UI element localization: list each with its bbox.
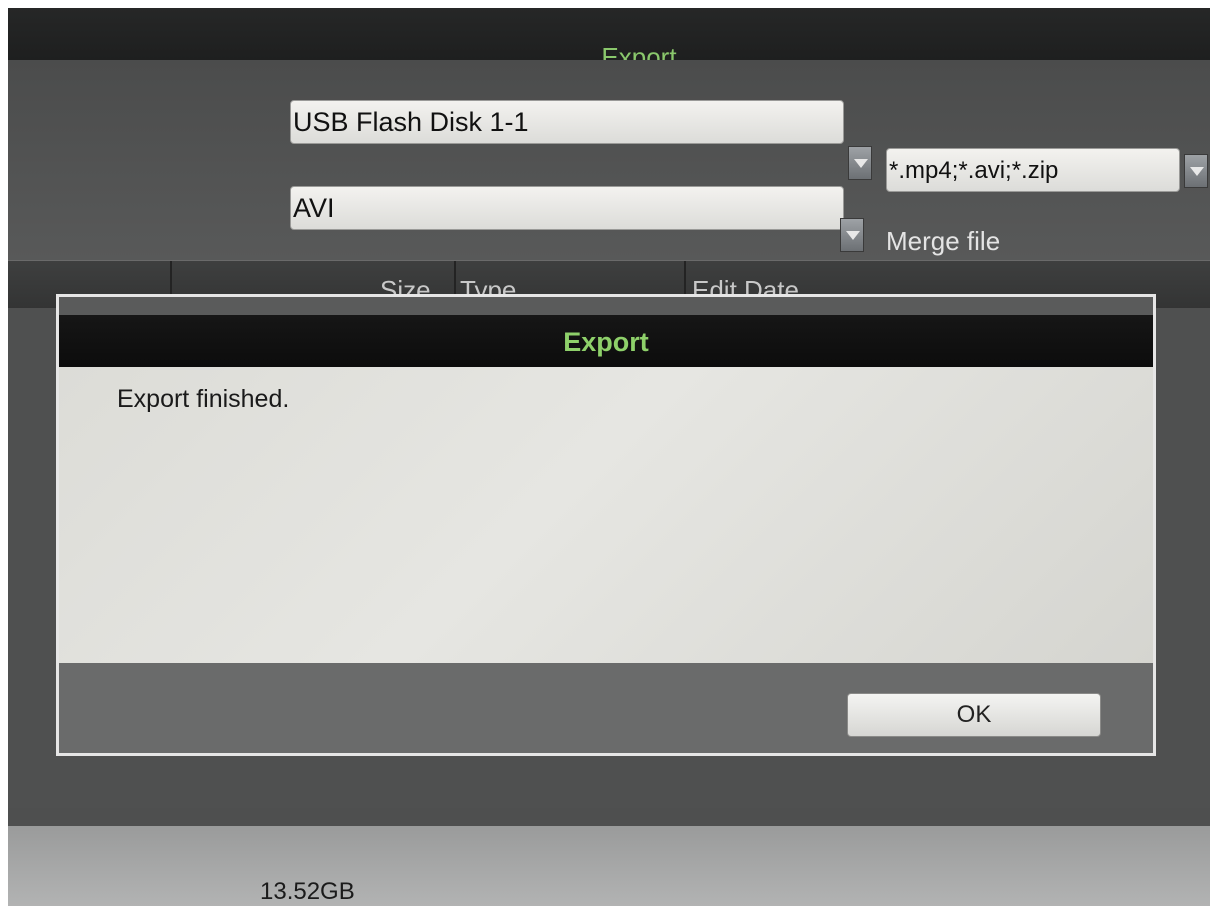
disk-size-label: 13.52GB: [260, 878, 355, 905]
window-title-bar: Export: [8, 8, 1210, 72]
dialog-message: Export finished.: [117, 385, 290, 413]
dialog-footer: OK: [59, 663, 1153, 753]
device-select[interactable]: USB Flash Disk 1-1: [290, 100, 844, 144]
merge-file-label[interactable]: Merge file: [886, 226, 1000, 257]
dialog-body: Export finished.: [59, 367, 1153, 663]
format-select-value: AVI: [293, 193, 335, 223]
export-form: USB Flash Disk 1-1 *.mp4;*.avi;*.zip AVI: [8, 60, 1210, 260]
file-type-select-value: *.mp4;*.avi;*.zip: [889, 157, 1059, 184]
device-select-dropdown-icon[interactable]: [848, 146, 872, 180]
file-type-select[interactable]: *.mp4;*.avi;*.zip: [886, 148, 1180, 192]
device-select-value: USB Flash Disk 1-1: [293, 107, 529, 137]
file-type-dropdown-icon[interactable]: [1184, 154, 1208, 188]
footer-bar: 13.52GB: [8, 826, 1210, 906]
format-select[interactable]: AVI: [290, 186, 844, 230]
format-select-dropdown-icon[interactable]: [840, 218, 864, 252]
export-dialog: Export Export finished. OK: [56, 294, 1156, 756]
dialog-title-bar: Export: [59, 315, 1153, 367]
ok-button[interactable]: OK: [847, 693, 1101, 737]
dvr-screen: Export USB Flash Disk 1-1 *.mp4;*.avi;*.…: [8, 8, 1210, 906]
dialog-title: Export: [563, 327, 649, 357]
